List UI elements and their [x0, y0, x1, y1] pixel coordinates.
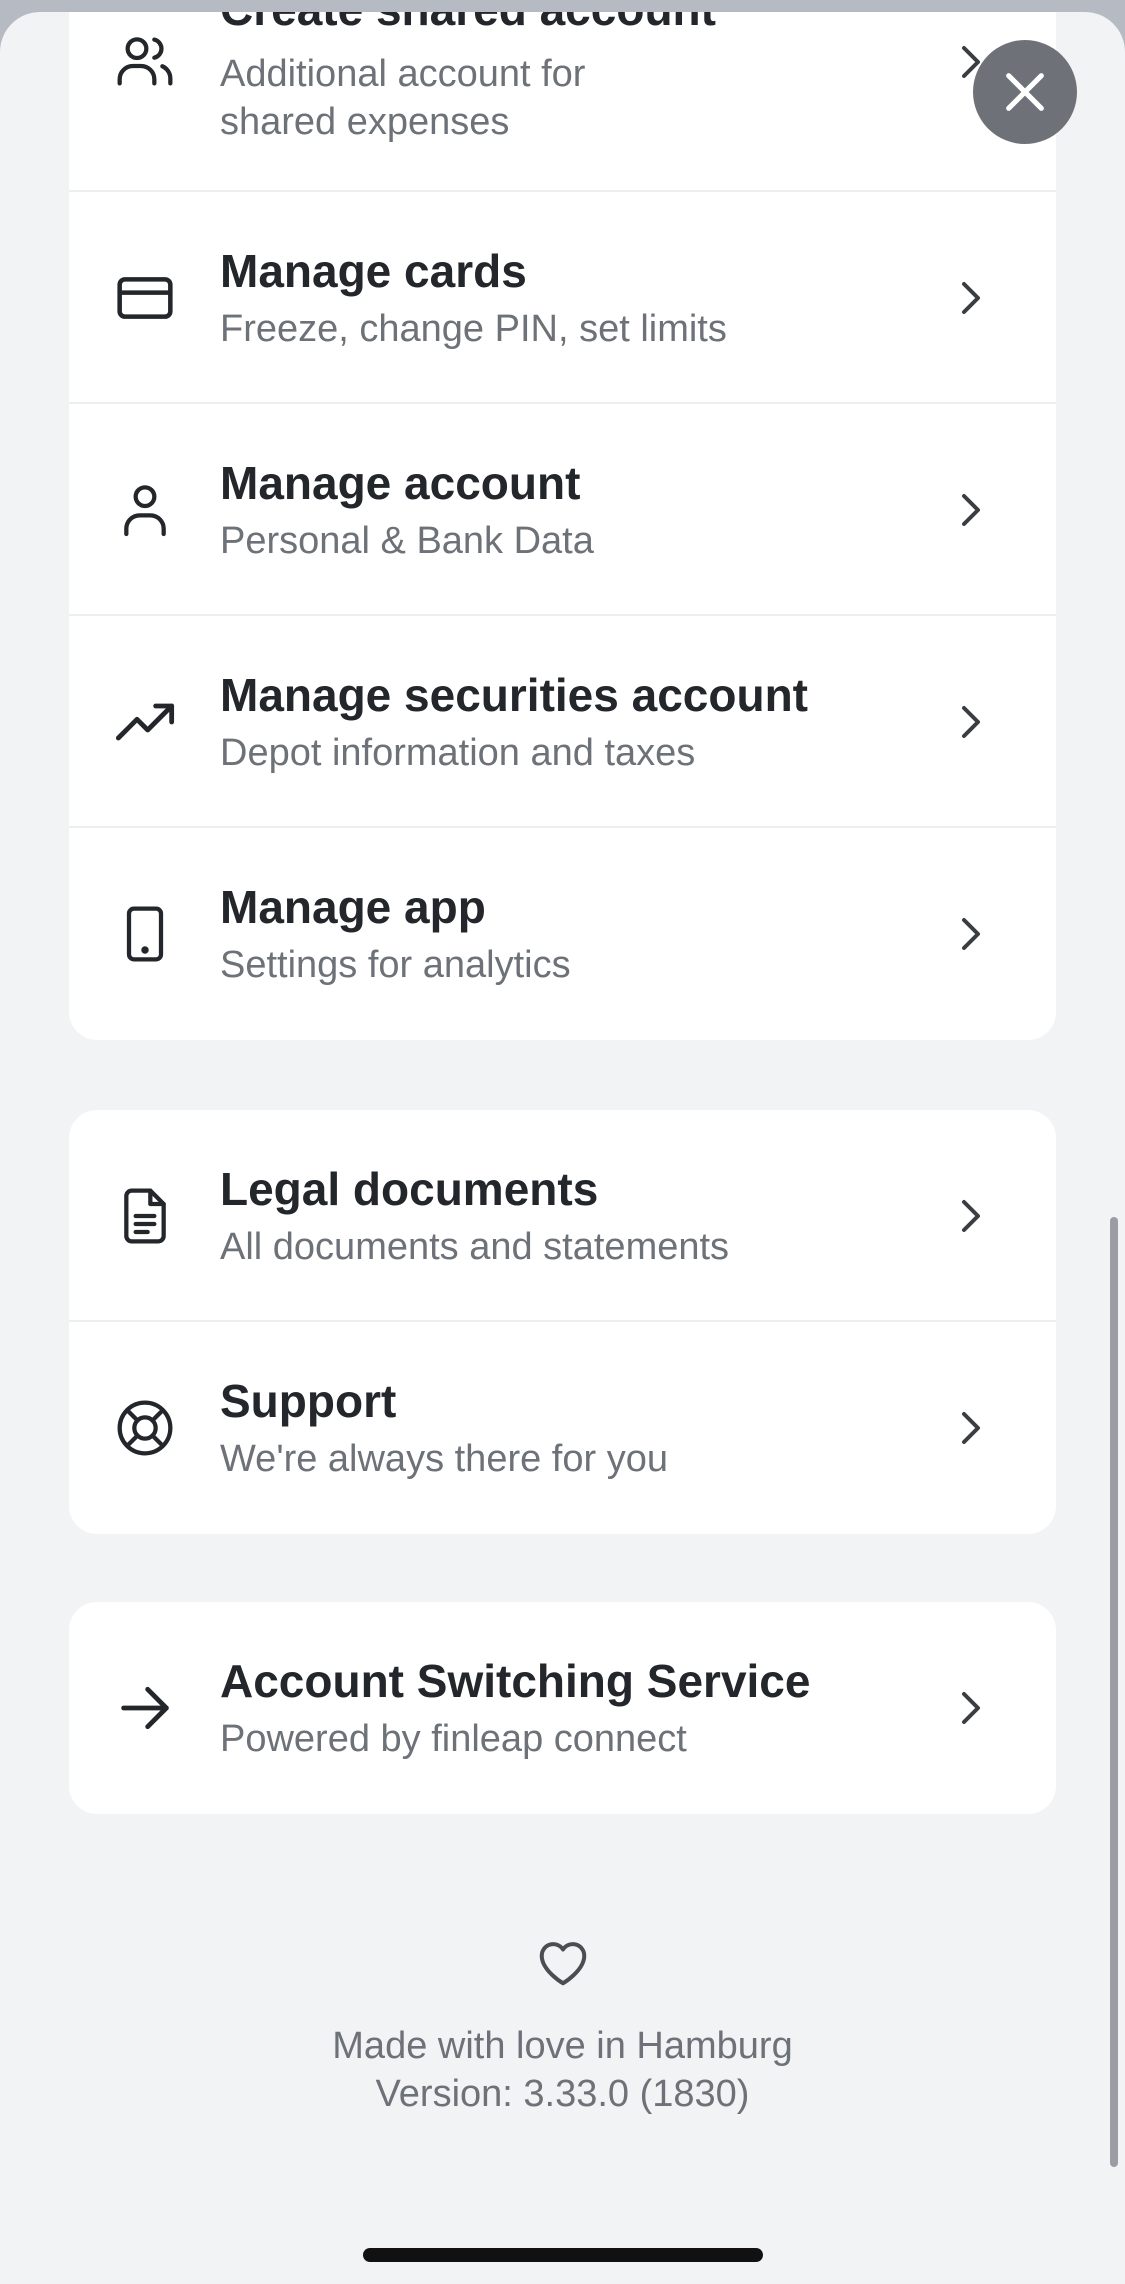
menu-item-subtitle: Freeze, change PIN, set limits: [220, 308, 727, 350]
menu-item-subtitle: All documents and statements: [220, 1226, 730, 1268]
app-version: Version: 3.33.0 (1830): [375, 2073, 750, 2115]
menu-item-manage-cards[interactable]: Manage cards Freeze, change PIN, set lim…: [69, 192, 1056, 404]
chevron-right-icon: [946, 910, 994, 958]
scrollbar[interactable]: [1110, 1217, 1118, 2167]
chevron-right-icon: [946, 486, 994, 534]
menu-item-subtitle: Settings for analytics: [220, 944, 571, 986]
menu-sheet: Create shared account Additional account…: [0, 12, 1125, 2284]
menu-item-subtitle: Additional account for shared expenses: [220, 53, 586, 143]
footer-tagline: Made with love in Hamburg: [332, 2025, 793, 2067]
close-button[interactable]: [973, 40, 1077, 144]
menu-item-title: Manage securities account: [220, 669, 808, 721]
menu-item-manage-app[interactable]: Manage app Settings for analytics: [69, 828, 1056, 1040]
menu-item-title: Account Switching Service: [220, 1655, 811, 1707]
menu-item-subtitle: Powered by finleap connect: [220, 1718, 687, 1760]
credit-card-icon: [113, 266, 177, 330]
menu-item-account-switching-service[interactable]: Account Switching Service Powered by fin…: [69, 1602, 1056, 1814]
document-icon: [113, 1184, 177, 1248]
user-icon: [113, 478, 177, 542]
menu-item-title: Manage cards: [220, 245, 527, 297]
menu-item-subtitle: Depot information and taxes: [220, 732, 696, 774]
lifebuoy-icon: [113, 1396, 177, 1460]
menu-item-title: Legal documents: [220, 1163, 599, 1215]
menu-item-title: Manage account: [220, 457, 581, 509]
menu-item-title: Manage app: [220, 881, 486, 933]
chevron-right-icon: [946, 698, 994, 746]
chevron-right-icon: [946, 1684, 994, 1732]
footer: Made with love in Hamburg Version: 3.33.…: [0, 1932, 1125, 2118]
heart-icon: [533, 1932, 593, 1992]
arrow-right-icon: [113, 1676, 177, 1740]
chevron-right-icon: [946, 274, 994, 322]
chevron-right-icon: [946, 1404, 994, 1452]
trending-up-icon: [113, 690, 177, 754]
users-icon: [113, 30, 177, 94]
home-indicator: [363, 2248, 763, 2262]
menu-item-legal-documents[interactable]: Legal documents All documents and statem…: [69, 1110, 1056, 1322]
smartphone-icon: [113, 902, 177, 966]
account-menu-card: Create shared account Additional account…: [69, 12, 1056, 1040]
menu-item-subtitle: Personal & Bank Data: [220, 520, 594, 562]
switching-service-card: Account Switching Service Powered by fin…: [69, 1602, 1056, 1814]
info-menu-card: Legal documents All documents and statem…: [69, 1110, 1056, 1534]
menu-item-subtitle: We're always there for you: [220, 1438, 668, 1480]
menu-item-title: Create shared account: [220, 12, 716, 36]
chevron-right-icon: [946, 1192, 994, 1240]
menu-item-manage-account[interactable]: Manage account Personal & Bank Data: [69, 404, 1056, 616]
menu-item-manage-securities-account[interactable]: Manage securities account Depot informat…: [69, 616, 1056, 828]
menu-item-title: Support: [220, 1375, 397, 1427]
menu-item-create-shared-account[interactable]: Create shared account Additional account…: [69, 12, 1056, 192]
menu-item-support[interactable]: Support We're always there for you: [69, 1322, 1056, 1534]
close-icon: [997, 64, 1053, 120]
